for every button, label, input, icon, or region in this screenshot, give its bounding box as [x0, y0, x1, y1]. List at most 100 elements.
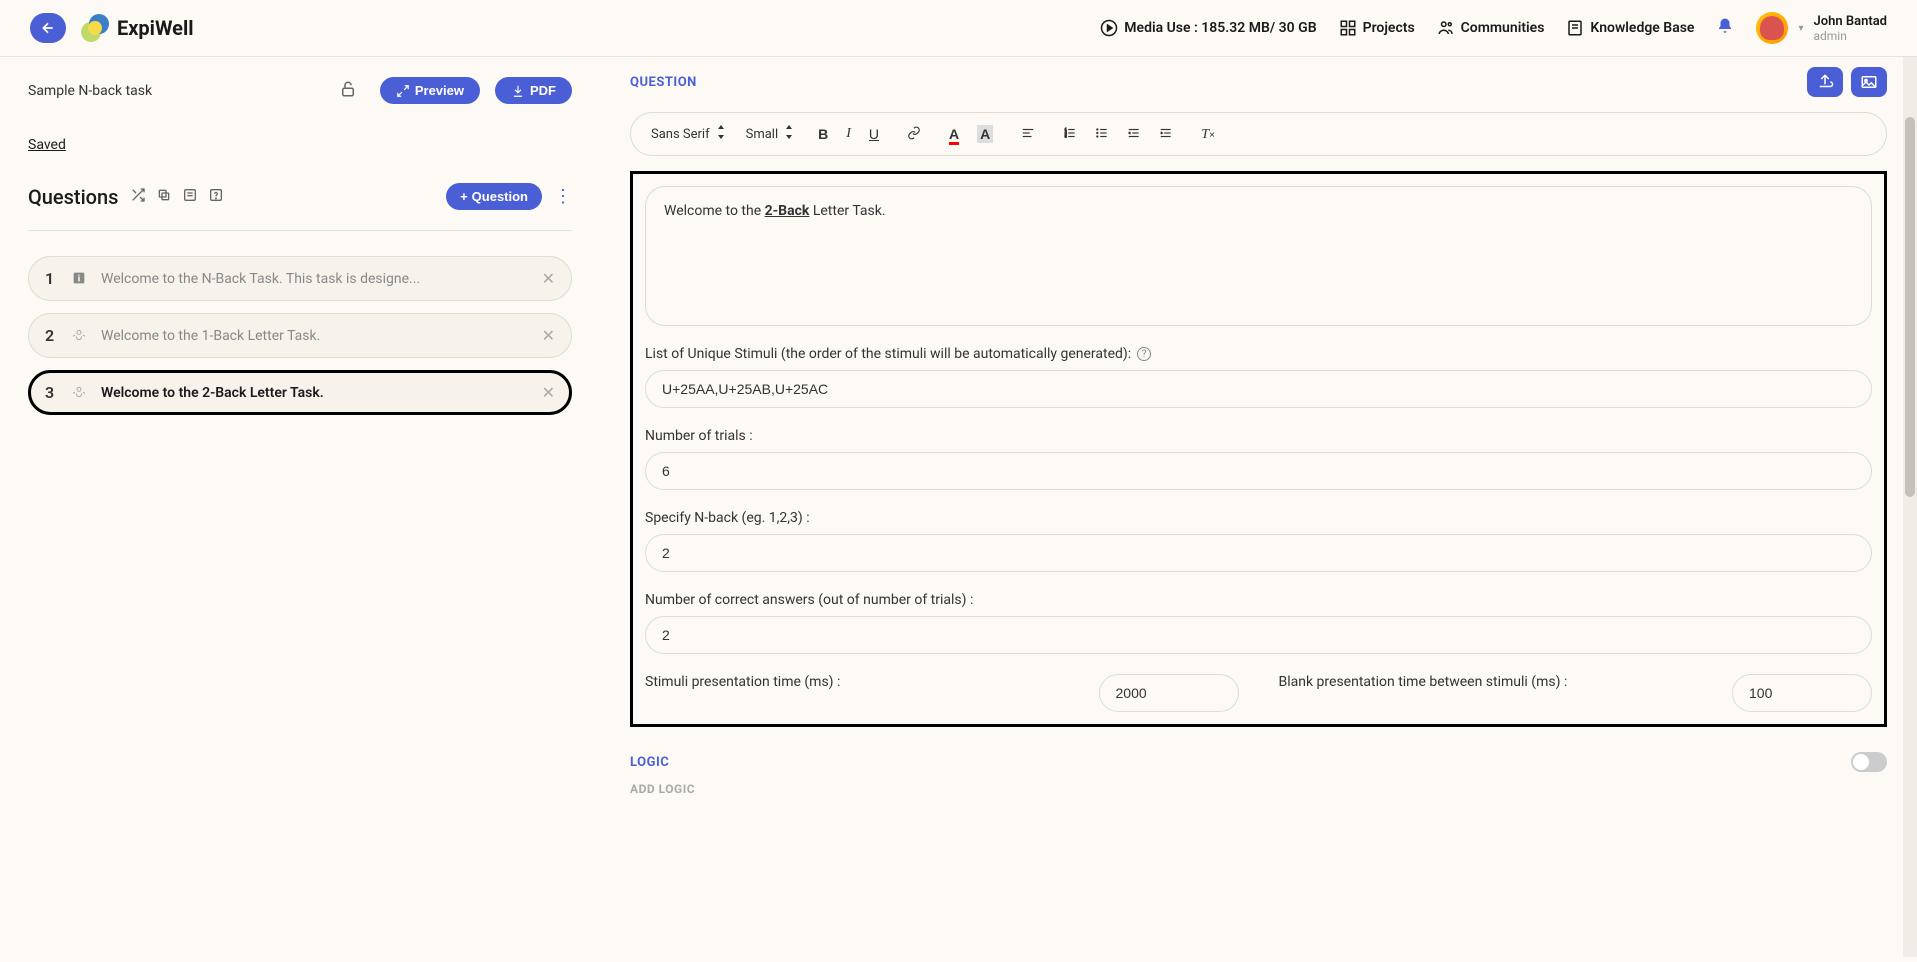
link-button[interactable] — [903, 124, 925, 145]
indent-button[interactable] — [1155, 124, 1177, 145]
image-button[interactable] — [1851, 67, 1887, 97]
nav-right: Media Use : 185.32 MB/ 30 GB Projects Co… — [1100, 12, 1887, 44]
nav-projects[interactable]: Projects — [1339, 19, 1415, 37]
back-button[interactable] — [30, 13, 66, 43]
plus-icon: + — [460, 189, 468, 204]
clear-format-button[interactable]: T× — [1197, 123, 1219, 145]
download-icon — [511, 84, 525, 98]
align-group — [1017, 124, 1039, 145]
add-logic-label: ADD LOGIC — [630, 782, 1887, 796]
task-icon — [71, 384, 89, 402]
list-icon[interactable] — [182, 187, 198, 207]
cloud-upload-icon — [1816, 73, 1834, 91]
book-icon — [1566, 19, 1584, 37]
nback-field: Specify N-back (eg. 1,2,3) : — [645, 510, 1872, 572]
more-options-icon[interactable]: ⋮ — [554, 186, 572, 207]
chevron-down-icon: ▾ — [1798, 23, 1803, 34]
task-header: Sample N-back task Preview PDF — [28, 77, 572, 104]
underline-button[interactable]: U — [865, 124, 883, 144]
question-number: 1 — [45, 269, 59, 288]
select-arrows-icon — [716, 125, 726, 143]
preview-icon — [396, 84, 410, 98]
ordered-list-button[interactable]: 123 — [1059, 124, 1081, 145]
user-info: John Bantad admin — [1813, 14, 1887, 43]
task-title: Sample N-back task — [28, 83, 152, 99]
highlight-button[interactable]: A — [973, 124, 997, 144]
stimuli-label: List of Unique Stimuli (the order of the… — [645, 346, 1872, 362]
bullet-list-button[interactable] — [1091, 124, 1113, 145]
grid-icon — [1339, 19, 1357, 37]
logic-section: LOGIC ADD LOGIC — [630, 752, 1887, 796]
timing-row: Stimuli presentation time (ms) : Blank p… — [645, 674, 1872, 712]
header-actions — [1807, 67, 1887, 97]
question-item-3[interactable]: 3 Welcome to the 2-Back Letter Task. ✕ — [28, 370, 572, 415]
help-icon[interactable]: ? — [1137, 347, 1151, 361]
questions-title: Questions — [28, 185, 118, 209]
copy-icon[interactable] — [156, 187, 172, 207]
clear-group: T× — [1197, 123, 1219, 145]
close-icon[interactable]: ✕ — [542, 326, 555, 345]
trials-input[interactable] — [645, 452, 1872, 490]
preview-button[interactable]: Preview — [380, 77, 480, 104]
presentation-field: Stimuli presentation time (ms) : — [645, 674, 1239, 712]
outdent-button[interactable] — [1123, 124, 1145, 145]
scrollbar-thumb[interactable] — [1905, 117, 1915, 497]
font-family-select[interactable]: Sans Serif — [651, 125, 726, 143]
presentation-input[interactable] — [1099, 674, 1239, 712]
italic-button[interactable]: I — [842, 124, 855, 144]
close-icon[interactable]: ✕ — [542, 383, 555, 402]
logo[interactable]: ExpiWell — [81, 14, 194, 42]
task-icon — [71, 327, 89, 345]
nav-left: ExpiWell — [30, 13, 194, 43]
question-section-header: QUESTION — [630, 67, 1887, 97]
align-button[interactable] — [1017, 124, 1039, 145]
list-group: 123 — [1059, 124, 1177, 145]
blank-label: Blank presentation time between stimuli … — [1279, 674, 1718, 690]
avatar — [1756, 12, 1788, 44]
user-profile[interactable]: ▾ John Bantad admin — [1756, 12, 1887, 44]
font-size-select[interactable]: Small — [746, 125, 795, 143]
add-question-button[interactable]: + Question — [446, 183, 542, 210]
correct-label: Number of correct answers (out of number… — [645, 592, 1872, 608]
nav-knowledge-base[interactable]: Knowledge Base — [1566, 19, 1694, 37]
shuffle-icon[interactable] — [130, 187, 146, 207]
svg-text:3: 3 — [1065, 134, 1067, 138]
upload-button[interactable] — [1807, 67, 1843, 97]
question-item-1[interactable]: 1 i Welcome to the N-Back Task. This tas… — [28, 256, 572, 301]
nav-communities[interactable]: Communities — [1437, 19, 1545, 37]
back-arrow-icon — [40, 20, 56, 36]
question-text: Welcome to the N-Back Task. This task is… — [101, 271, 530, 287]
color-group: A A — [945, 124, 997, 144]
logic-toggle[interactable] — [1851, 752, 1887, 772]
questions-header: Questions + Question ⋮ — [28, 183, 572, 231]
question-number: 3 — [45, 383, 59, 402]
help-icon[interactable] — [208, 187, 224, 207]
question-item-2[interactable]: 2 Welcome to the 1-Back Letter Task. ✕ — [28, 313, 572, 358]
info-icon: i — [71, 270, 89, 288]
top-nav: ExpiWell Media Use : 185.32 MB/ 30 GB Pr… — [0, 0, 1917, 57]
unlock-icon[interactable] — [339, 80, 357, 102]
left-panel: Sample N-back task Preview PDF Saved — [0, 57, 600, 957]
text-color-button[interactable]: A — [945, 124, 963, 144]
nback-input[interactable] — [645, 534, 1872, 572]
notification-bell-icon[interactable] — [1716, 17, 1734, 40]
pdf-button[interactable]: PDF — [495, 77, 572, 104]
logo-icon — [81, 14, 109, 42]
questions-toolbar — [130, 187, 224, 207]
question-editor[interactable]: Welcome to the 2-Back Letter Task. — [645, 186, 1872, 326]
play-icon — [1100, 19, 1118, 37]
image-icon — [1860, 73, 1878, 91]
media-use-indicator[interactable]: Media Use : 185.32 MB/ 30 GB — [1100, 19, 1316, 37]
blank-field: Blank presentation time between stimuli … — [1279, 674, 1873, 712]
close-icon[interactable]: ✕ — [542, 269, 555, 288]
stimuli-input[interactable] — [645, 370, 1872, 408]
right-panel: QUESTION Sans Serif — [600, 57, 1917, 957]
bold-button[interactable]: B — [814, 124, 832, 144]
blank-input[interactable] — [1732, 674, 1872, 712]
highlighted-form-section: Welcome to the 2-Back Letter Task. List … — [630, 171, 1887, 727]
logic-header: LOGIC — [630, 752, 1887, 772]
editor-toolbar: Sans Serif Small B I U — [630, 112, 1887, 156]
scrollbar[interactable] — [1903, 57, 1917, 957]
select-arrows-icon — [784, 125, 794, 143]
correct-input[interactable] — [645, 616, 1872, 654]
